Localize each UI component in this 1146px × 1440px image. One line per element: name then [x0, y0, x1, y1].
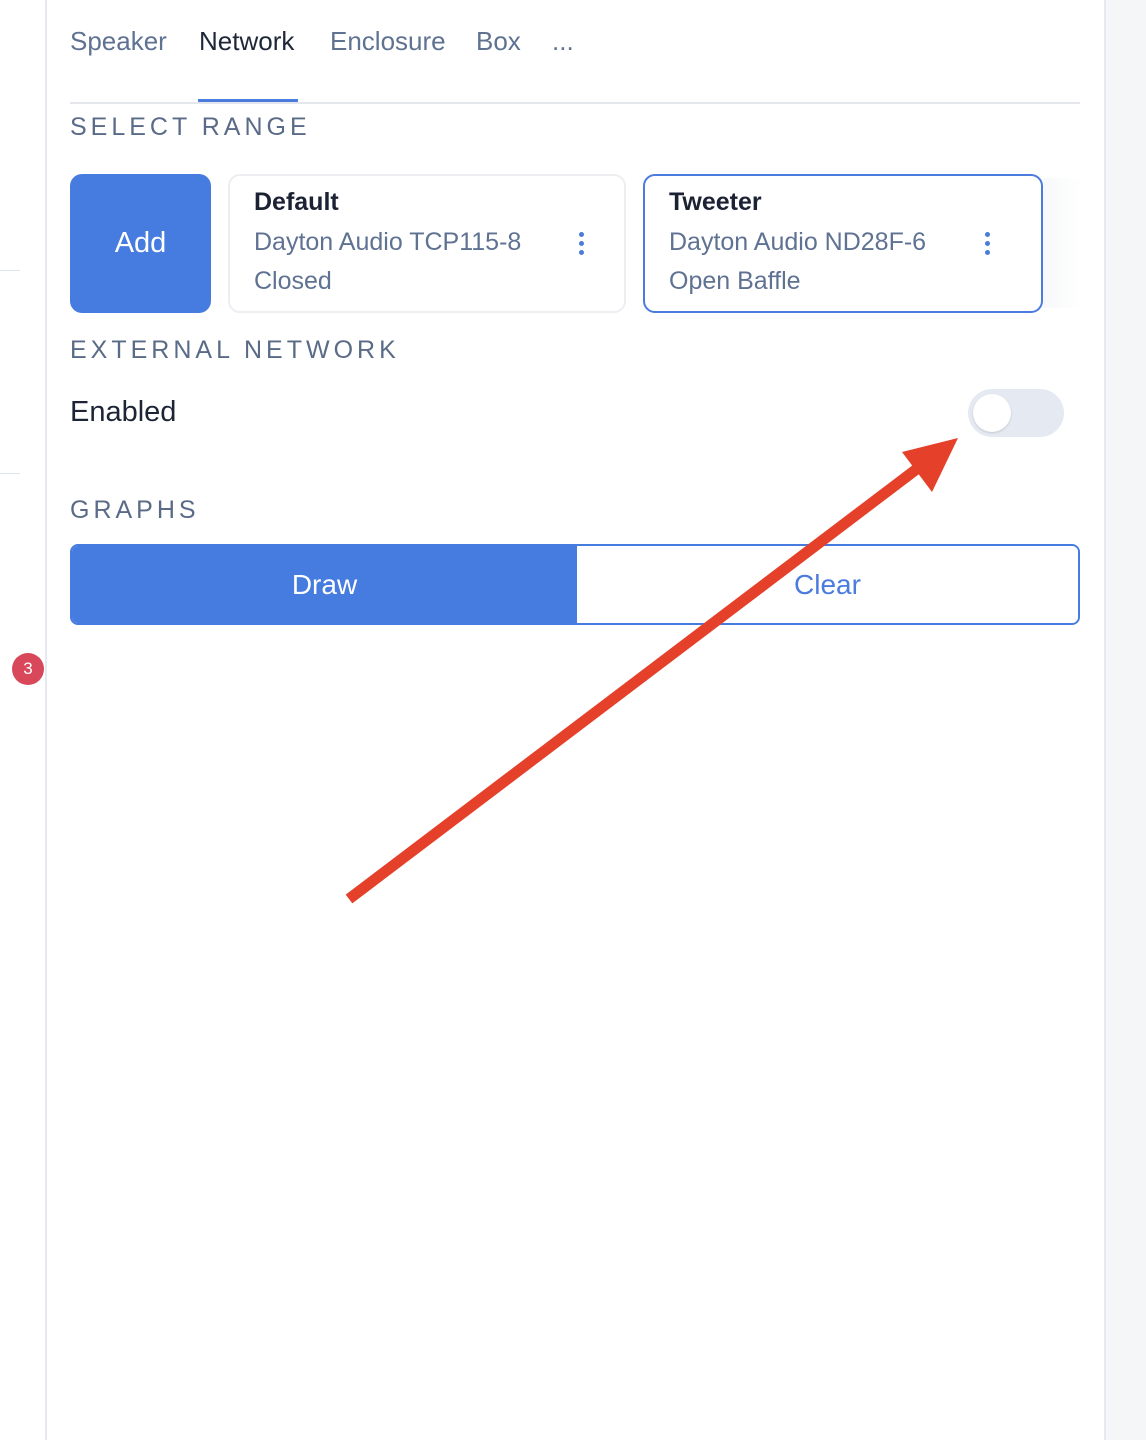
- sidebar-divider: [0, 473, 20, 474]
- more-options-icon[interactable]: [574, 232, 588, 262]
- toggle-knob: [973, 394, 1011, 432]
- range-card-name: Tweeter: [669, 188, 762, 216]
- enabled-label: Enabled: [70, 396, 177, 428]
- tab-speaker[interactable]: Speaker: [70, 26, 167, 57]
- draw-button[interactable]: Draw: [72, 546, 577, 623]
- sidebar-divider: [0, 270, 20, 271]
- external-network-toggle[interactable]: [968, 389, 1064, 437]
- left-sidebar: [0, 0, 47, 1440]
- add-range-button[interactable]: Add: [70, 174, 211, 313]
- tab-bar: Speaker Network Enclosure Box ...: [70, 0, 1080, 104]
- clear-button[interactable]: Clear: [577, 546, 1078, 623]
- external-network-heading: EXTERNAL NETWORK: [70, 336, 400, 364]
- tab-network[interactable]: Network: [199, 26, 294, 57]
- range-card-model: Dayton Audio ND28F-6: [669, 228, 927, 256]
- active-tab-indicator: [198, 99, 298, 102]
- range-card-name: Default: [254, 188, 339, 216]
- graphs-heading: GRAPHS: [70, 496, 200, 524]
- tab-enclosure[interactable]: Enclosure: [330, 26, 446, 57]
- notification-badge[interactable]: 3: [12, 653, 44, 685]
- right-sidebar: [1104, 0, 1146, 1440]
- range-card-enclosure: Closed: [254, 267, 332, 295]
- more-options-icon[interactable]: [980, 232, 994, 262]
- tab-more[interactable]: ...: [552, 26, 574, 57]
- tab-box[interactable]: Box: [476, 26, 521, 57]
- range-card-model: Dayton Audio TCP115-8: [254, 228, 522, 256]
- range-card-default[interactable]: Default Dayton Audio TCP115-8 Closed: [228, 174, 626, 313]
- graphs-button-group: Draw Clear: [70, 544, 1080, 625]
- range-card-tweeter[interactable]: Tweeter Dayton Audio ND28F-6 Open Baffle: [643, 174, 1043, 313]
- select-range-heading: SELECT RANGE: [70, 113, 311, 141]
- card-scroll-fade: [1043, 178, 1081, 308]
- range-card-enclosure: Open Baffle: [669, 267, 801, 295]
